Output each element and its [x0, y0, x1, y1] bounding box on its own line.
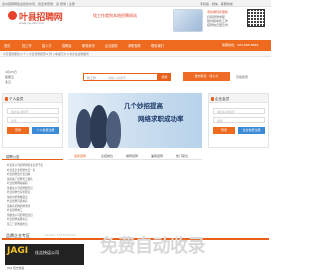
company-username-placeholder: 用户名/手机号: [217, 110, 235, 114]
member-login-button[interactable]: 登录: [7, 127, 29, 134]
logo-domain: www.ye-job.com: [19, 21, 44, 25]
member-password-field[interactable]: 密码: [7, 117, 59, 123]
site-logo[interactable]: 叶县招聘网 www.ye-job.com: [8, 10, 70, 28]
company-logo-name: 佳吉快运公司: [35, 250, 59, 255]
stats-text: 今日更新职位 0 个 | 今日新增简历 0 份 | 本站已为 0 家企业提供服务: [3, 52, 90, 57]
member-password-placeholder: 密码: [11, 119, 17, 123]
qr-code-icon: [247, 9, 265, 27]
welcome-text: 汝州招聘网欢迎您的访问，您还未登录，请 登录 | 注册: [2, 1, 75, 6]
tab-latest[interactable]: 最新招聘: [74, 154, 86, 158]
member-login-panel: 个人会员 用户名/手机号 密码 登录 个人免费注册: [2, 93, 63, 148]
logo-badge-icon: [8, 11, 17, 20]
nav-item-news[interactable]: 职场资讯: [82, 43, 95, 48]
list-item[interactable]: 某超市招聘收银员: [5, 195, 61, 199]
app-line: 招聘信息更及时: [207, 23, 229, 27]
main-nav: 首页 找工作 招人才 招聘会 职场资讯 企业服务 求职指导 联系我们 客服热线：…: [0, 40, 271, 51]
member-register-button[interactable]: 个人免费注册: [32, 127, 59, 134]
list-item[interactable]: 叶县招聘电工: [5, 208, 61, 212]
list-item[interactable]: 叶县某公司招聘销售专员若干名: [5, 163, 61, 167]
company-username-field[interactable]: 用户名/手机号: [213, 108, 265, 114]
tab-hot[interactable]: 热门职位: [176, 154, 188, 158]
user-icon: [5, 96, 8, 101]
news-list: 招聘公告 叶县某公司招聘销售专员若干名 叶县某企业招聘文员一名 叶县招聘会计及出…: [2, 152, 63, 226]
list-item[interactable]: 某餐饮公司招聘服务员: [5, 186, 61, 190]
brand-section-en: BRAND ENTERPRISE: [45, 234, 76, 237]
nav-item-contact[interactable]: 联系我们: [151, 43, 164, 48]
list-item[interactable]: 叶县招聘网站编辑: [5, 181, 61, 185]
list-item[interactable]: 叶县招聘仓库管理员: [5, 190, 61, 194]
app-title: 手机端同步更新: [207, 10, 229, 14]
news-head: 招聘公告: [2, 152, 63, 160]
search-button[interactable]: 搜索: [158, 73, 171, 81]
company-login-panel: 企业会员 用户名/手机号 密码 登录 企业免费注册: [208, 93, 269, 148]
search-input[interactable]: 请输入关键字: [108, 76, 126, 80]
company-logo-mark: JAGI: [7, 246, 29, 256]
nav-item-job-fair[interactable]: 招聘会: [62, 43, 72, 48]
member-title: 个人会员: [9, 96, 24, 101]
job-tabs: 最新招聘 急招岗位 推荐招聘 兼职招聘 热门职位: [68, 152, 202, 160]
person-figure: [106, 111, 121, 148]
weather-text: 多云: [5, 80, 12, 84]
nav-hotline: 客服热线：400-888-8888: [222, 43, 259, 47]
company-login-button[interactable]: 登录: [213, 127, 235, 134]
top-links[interactable]: 手机版 · 微信 · 客服热线: [200, 2, 233, 6]
list-item[interactable]: 叶县招聘会计及出纳: [5, 172, 61, 176]
company-password-field[interactable]: 密码: [213, 117, 265, 123]
nav-item-find-job[interactable]: 找工作: [22, 43, 32, 48]
post-job-button[interactable]: 发布职位 · 找人才: [183, 72, 230, 81]
advanced-search-link[interactable]: 高级搜索: [236, 75, 248, 79]
mobile-app-icon: [173, 9, 203, 32]
company-caption[interactable]: JIAJI 佳吉快运: [7, 266, 24, 270]
brand-section-title: 品牌企业专区: [6, 233, 30, 238]
list-item[interactable]: 叶县招聘客服专员: [5, 217, 61, 221]
search-box[interactable]: 找工作 请输入关键字: [83, 73, 158, 81]
building-icon: [211, 96, 214, 101]
company-register-button[interactable]: 企业免费注册: [238, 127, 265, 134]
news-title: 招聘公告: [6, 155, 20, 159]
list-item[interactable]: 某物流公司招聘配送员: [5, 213, 61, 217]
list-item[interactable]: 某工厂招聘质检员: [5, 222, 61, 226]
member-panel-head: 个人会员: [3, 94, 62, 103]
list-item[interactable]: 某教育机构招聘老师: [5, 204, 61, 208]
tab-parttime[interactable]: 兼职招聘: [151, 154, 163, 158]
member-username-field[interactable]: 用户名/手机号: [7, 108, 59, 114]
nav-item-services[interactable]: 企业服务: [105, 43, 118, 48]
nav-item-guide[interactable]: 求职指导: [128, 43, 141, 48]
company-title: 企业会员: [215, 96, 230, 101]
company-panel-head: 企业会员: [209, 94, 268, 103]
list-item[interactable]: 叶县招聘司机两名: [5, 199, 61, 203]
list-item[interactable]: 叶县某企业招聘文员一名: [5, 168, 61, 172]
company-logo[interactable]: JAGI 佳吉快运公司: [5, 244, 84, 265]
search-type-select[interactable]: 找工作: [87, 76, 96, 80]
stats-bar: 今日更新职位 0 个 | 今日新增简历 0 份 | 本站已为 0 家企业提供服务: [0, 51, 271, 57]
watermark-text: 免费自动收录: [100, 236, 206, 257]
banner-headline: 几个妙招提高: [124, 102, 163, 110]
header-slogan: 找工作就到本地招聘网站: [93, 13, 137, 18]
top-bar: 汝州招聘网欢迎您的访问，您还未登录，请 登录 | 注册 手机版 · 微信 · 客…: [0, 0, 271, 7]
nav-item-find-talent[interactable]: 招人才: [42, 43, 52, 48]
company-password-placeholder: 密码: [217, 119, 223, 123]
list-item[interactable]: 某机械厂招聘普工数名: [5, 177, 61, 181]
tab-recommended[interactable]: 推荐招聘: [126, 154, 138, 158]
tab-urgent[interactable]: 急招岗位: [101, 154, 113, 158]
hero-banner[interactable]: 几个妙招提高 网络求职成功率: [68, 93, 202, 148]
banner-subline: 网络求职成功率: [138, 115, 184, 123]
date-weather: 4月25日 星期五 多云: [5, 70, 17, 85]
member-username-placeholder: 用户名/手机号: [11, 110, 29, 114]
nav-item-home[interactable]: 首页: [4, 43, 10, 48]
